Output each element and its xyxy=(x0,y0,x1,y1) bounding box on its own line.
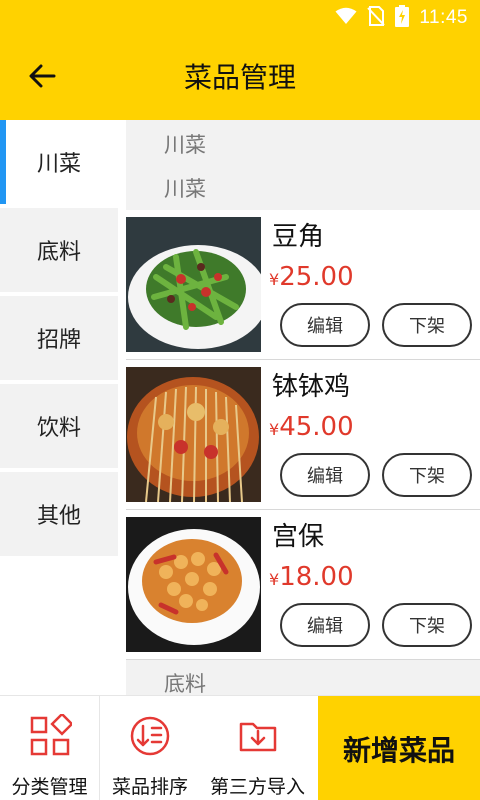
section-subtitle: 川菜 xyxy=(164,177,206,201)
page-title: 菜品管理 xyxy=(183,61,296,94)
sidebar-item-label: 底料 xyxy=(36,240,81,265)
sidebar-item-label: 川菜 xyxy=(36,152,81,177)
edit-button[interactable]: 编辑 xyxy=(280,303,370,347)
sidebar-item-label: 招牌 xyxy=(36,328,81,353)
edit-button[interactable]: 编辑 xyxy=(280,453,370,497)
sidebar-item-zhaopai[interactable]: 招牌 xyxy=(0,296,118,380)
dish-sort-button[interactable]: 菜品排序 xyxy=(100,696,200,800)
category-sidebar: 川菜 底料 招牌 饮料 其他 xyxy=(0,120,118,695)
section-title: 底料 xyxy=(164,672,206,695)
dish-image xyxy=(126,367,261,502)
currency-symbol: ¥ xyxy=(269,570,280,589)
status-bar: 11:45 xyxy=(0,0,480,36)
header: 菜品管理 xyxy=(0,36,480,120)
category-grid-icon xyxy=(28,712,74,758)
dish-image xyxy=(126,217,261,352)
dish-price: ¥25.00 xyxy=(269,262,354,292)
currency-symbol: ¥ xyxy=(269,420,280,439)
dish-image xyxy=(126,517,261,652)
section-header: 川菜 川菜 xyxy=(126,120,480,210)
take-off-shelf-button[interactable]: 下架 xyxy=(382,303,472,347)
bottom-toolbar: 分类管理 菜品排序 第三方导入 新增菜品 xyxy=(0,695,480,800)
dish-row: 宫保 ¥18.00 编辑 下架 xyxy=(126,510,480,660)
take-off-shelf-button[interactable]: 下架 xyxy=(382,603,472,647)
price-value: 18.00 xyxy=(279,562,354,592)
sidebar-item-label: 饮料 xyxy=(36,416,81,441)
price-value: 45.00 xyxy=(279,412,354,442)
sidebar-item-qita[interactable]: 其他 xyxy=(0,472,118,556)
dish-list[interactable]: 川菜 川菜 豆角 ¥25.00 编辑 下架 钵钵鸡 ¥45.00 编辑 下架 宫… xyxy=(126,120,480,695)
status-time: 11:45 xyxy=(419,7,468,28)
folder-import-icon xyxy=(236,714,280,758)
dish-price: ¥45.00 xyxy=(269,412,354,442)
sidebar-item-yinliao[interactable]: 饮料 xyxy=(0,384,118,468)
tool-label: 分类管理 xyxy=(11,776,88,798)
sort-icon xyxy=(128,714,172,758)
dish-name: 宫保 xyxy=(272,522,325,552)
sidebar-item-diliao[interactable]: 底料 xyxy=(0,208,118,292)
category-manage-button[interactable]: 分类管理 xyxy=(0,696,99,800)
wifi-icon xyxy=(335,7,357,29)
tool-label: 菜品排序 xyxy=(111,776,188,798)
dish-row: 钵钵鸡 ¥45.00 编辑 下架 xyxy=(126,360,480,510)
dish-row: 豆角 ¥25.00 编辑 下架 xyxy=(126,210,480,360)
sidebar-item-label: 其他 xyxy=(36,504,81,529)
section-title: 川菜 xyxy=(164,133,206,157)
add-dish-button[interactable]: 新增菜品 xyxy=(318,696,480,800)
currency-symbol: ¥ xyxy=(269,270,280,289)
dish-price: ¥18.00 xyxy=(269,562,354,592)
no-sim-icon xyxy=(367,6,386,30)
edit-button[interactable]: 编辑 xyxy=(280,603,370,647)
status-icons: 11:45 xyxy=(335,0,468,36)
third-party-import-button[interactable]: 第三方导入 xyxy=(200,696,315,800)
section-header: 底料 xyxy=(126,660,480,695)
dish-name: 豆角 xyxy=(272,222,325,252)
sidebar-item-chuancai[interactable]: 川菜 xyxy=(0,120,118,204)
tool-label: 第三方导入 xyxy=(209,776,305,798)
battery-charging-icon xyxy=(395,5,410,31)
take-off-shelf-button[interactable]: 下架 xyxy=(382,453,472,497)
dish-name: 钵钵鸡 xyxy=(272,372,351,402)
price-value: 25.00 xyxy=(279,262,354,292)
